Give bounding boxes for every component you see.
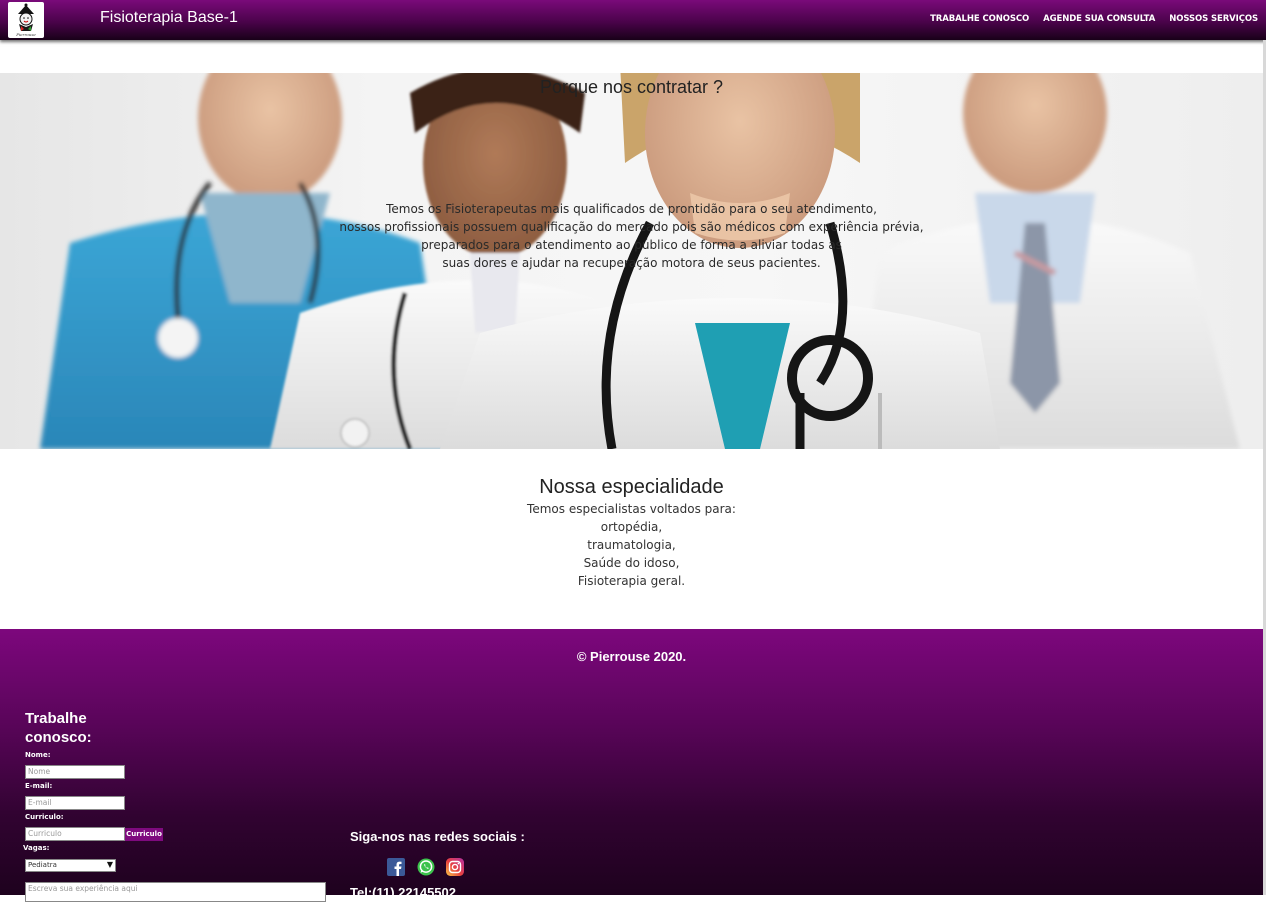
name-label: Nome: (25, 751, 51, 759)
top-navbar: Pierrouse Fisioterapia Base-1 TRABALHE C… (0, 0, 1266, 40)
pierrouse-logo[interactable]: Pierrouse (8, 2, 44, 38)
copyright: © Pierrouse 2020. (576, 649, 687, 664)
specialty-item: ortopédia, (600, 520, 663, 534)
specialty-intro: Temos especialistas voltados para: (527, 502, 736, 516)
jobs-select[interactable]: Pediatra ▼ (25, 859, 116, 872)
jobs-selected-value: Pediatra (28, 861, 57, 869)
site-brand[interactable]: Fisioterapia Base-1 (100, 9, 238, 27)
name-input[interactable]: Nome (25, 765, 125, 779)
hero-section: Porque nos contratar ? Temos os Fisioter… (0, 73, 1263, 449)
facebook-icon[interactable] (387, 858, 405, 876)
phone-number: Tel:(11) 22145502 (350, 885, 456, 900)
main-nav: TRABALHE CONOSCO AGENDE SUA CONSULTA NOS… (930, 14, 1258, 24)
experience-textarea[interactable]: Escreva sua experiência aqui (25, 882, 326, 902)
job-form-title: Trabalhe conosco: (25, 710, 92, 746)
email-input[interactable]: E-mail (25, 796, 125, 810)
specialty-title: Nossa especialidade (539, 476, 724, 498)
specialty-item: Fisioterapia geral. (577, 574, 686, 588)
specialty-item: traumatologia, (587, 538, 676, 552)
hero-line: nossos profissionais possuem qualificaçã… (339, 220, 924, 234)
nav-agende-consulta[interactable]: AGENDE SUA CONSULTA (1043, 14, 1155, 24)
email-label: E-mail: (25, 782, 53, 790)
footer: © Pierrouse 2020. Trabalhe conosco: Nome… (0, 629, 1263, 902)
specialty-section: Nossa especialidade Temos especialistas … (0, 474, 1263, 590)
hero-line: suas dores e ajudar na recuperação motor… (442, 256, 821, 270)
nav-trabalhe-conosco[interactable]: TRABALHE CONOSCO (930, 14, 1029, 24)
cv-input[interactable]: Curriculo (25, 827, 125, 841)
cv-upload-button[interactable]: Curriculo (125, 828, 163, 841)
logo-wordmark: Pierrouse (15, 32, 36, 37)
social-title: Siga-nos nas redes sociais : (350, 829, 525, 844)
instagram-icon[interactable] (446, 858, 464, 876)
whatsapp-icon[interactable] (417, 858, 435, 876)
cv-label: Curriculo: (25, 813, 64, 821)
jobs-label: Vagas: (23, 844, 50, 852)
chevron-down-icon: ▼ (106, 860, 113, 869)
nav-nossos-servicos[interactable]: NOSSOS SERVIÇOS (1169, 14, 1258, 24)
hero-line: preparados para o atendimento ao público… (421, 238, 842, 252)
hero-title: Porque nos contratar ? (539, 77, 724, 97)
specialty-item: Saúde do idoso, (583, 556, 680, 570)
hero-description: Temos os Fisioterapeutas mais qualificad… (0, 200, 1263, 272)
hero-line: Temos os Fisioterapeutas mais qualificad… (386, 202, 877, 216)
